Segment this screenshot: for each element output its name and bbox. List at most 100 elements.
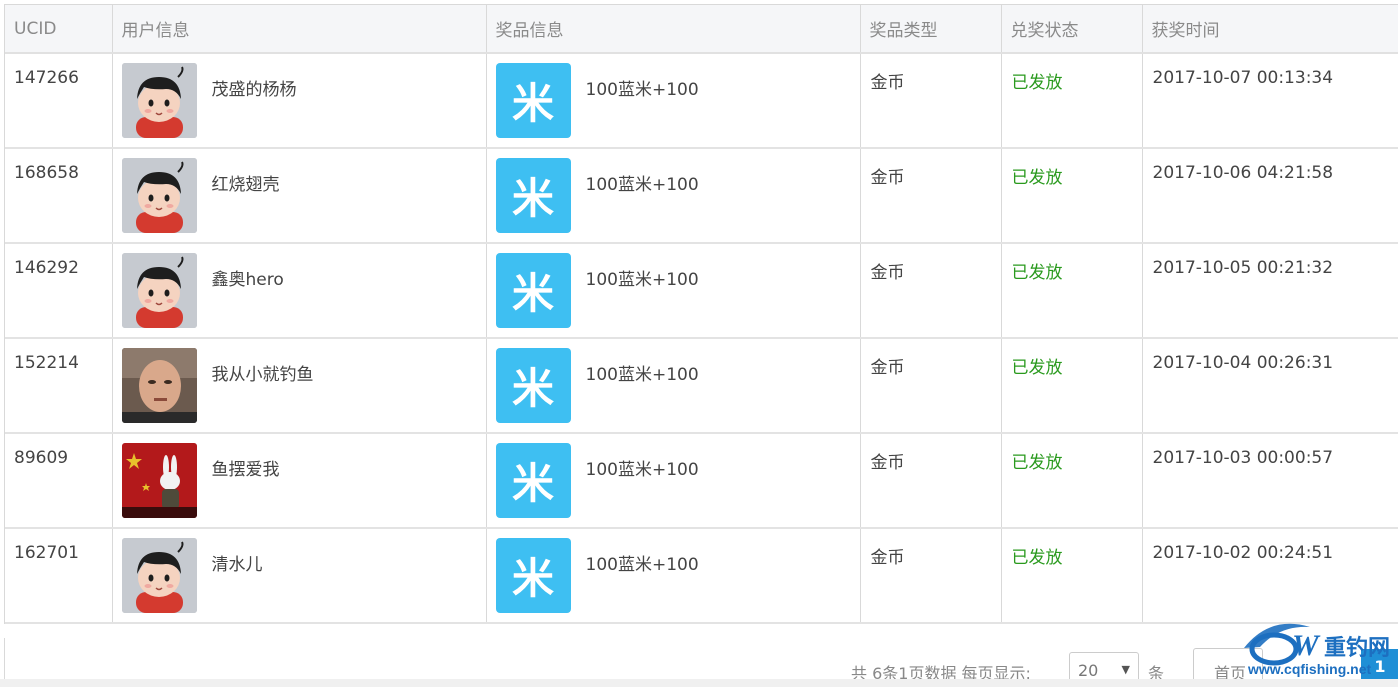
prize-mi-icon: 米 xyxy=(495,538,571,613)
table-row: 152214 我从小就钓鱼 米 100蓝米+100 金币 已发放 2017-10-04 00… xyxy=(5,338,1398,434)
cell-ucid: 152214 xyxy=(5,338,113,434)
avatar[interactable] xyxy=(121,538,197,613)
cell-redeem-status: 已发放 xyxy=(1001,528,1143,624)
awards-table-container: UCID 用户信息 奖品信息 奖品类型 兑奖状态 获奖时间 147266 茂盛的杨… xyxy=(4,4,1398,624)
cell-prize-info: 米 100蓝米+100 xyxy=(486,338,861,434)
prize-name: 100蓝米+100 xyxy=(585,555,699,575)
prize-type-text: 金币 xyxy=(870,453,905,473)
status-badge: 已发放 xyxy=(1011,358,1063,378)
cell-award-time: 2017-10-02 00:24:51 xyxy=(1142,528,1398,624)
prize-type-text: 金币 xyxy=(870,168,905,188)
cell-ucid: 89609 xyxy=(5,433,113,529)
cell-award-time: 2017-10-04 00:26:31 xyxy=(1142,338,1398,434)
cell-prize-info: 米 100蓝米+100 xyxy=(486,243,861,339)
ucid-text: 168658 xyxy=(14,163,79,183)
cell-user-info: 清水儿 xyxy=(112,528,487,624)
ucid-text: 162701 xyxy=(14,543,79,563)
cell-prize-type: 金币 xyxy=(860,243,1002,339)
cell-prize-type: 金币 xyxy=(860,528,1002,624)
cell-user-info: 鑫奥hero xyxy=(112,243,487,339)
avatar[interactable] xyxy=(121,253,197,328)
prize-type-text: 金币 xyxy=(870,358,905,378)
avatar[interactable] xyxy=(121,348,197,423)
column-header-prize-info[interactable]: 奖品信息 xyxy=(486,5,861,54)
column-header-ucid[interactable]: UCID xyxy=(5,5,113,54)
award-time-text: 2017-10-04 00:26:31 xyxy=(1152,353,1334,373)
prize-mi-icon: 米 xyxy=(495,348,571,423)
cell-redeem-status: 已发放 xyxy=(1001,148,1143,244)
cell-ucid: 162701 xyxy=(5,528,113,624)
cell-prize-info: 米 100蓝米+100 xyxy=(486,53,861,149)
ucid-text: 147266 xyxy=(14,68,79,88)
prize-name: 100蓝米+100 xyxy=(585,460,699,480)
table-row: 162701 清水儿 米 100蓝米+100 金币 已发放 2017-10-02 00:24… xyxy=(5,528,1398,624)
cell-ucid: 146292 xyxy=(5,243,113,339)
award-time-text: 2017-10-07 00:13:34 xyxy=(1152,68,1334,88)
user-nickname: 清水儿 xyxy=(211,555,263,575)
cell-prize-type: 金币 xyxy=(860,338,1002,434)
user-nickname: 红烧翅壳 xyxy=(211,175,280,195)
prize-mi-icon: 米 xyxy=(495,63,571,138)
prize-name: 100蓝米+100 xyxy=(585,175,699,195)
cell-prize-info: 米 100蓝米+100 xyxy=(486,148,861,244)
avatar[interactable] xyxy=(121,443,197,518)
table-row: 146292 鑫奥hero 米 100蓝米+100 金币 已发放 2017-10-05 00… xyxy=(5,243,1398,339)
cell-redeem-status: 已发放 xyxy=(1001,433,1143,529)
page-size-value: 20 xyxy=(1078,661,1099,680)
prize-name: 100蓝米+100 xyxy=(585,270,699,290)
award-time-text: 2017-10-06 04:21:58 xyxy=(1152,163,1334,183)
status-badge: 已发放 xyxy=(1011,453,1063,473)
column-header-user-info[interactable]: 用户信息 xyxy=(112,5,487,54)
cell-award-time: 2017-10-06 04:21:58 xyxy=(1142,148,1398,244)
cell-user-info: 我从小就钓鱼 xyxy=(112,338,487,434)
prize-name: 100蓝米+100 xyxy=(585,365,699,385)
avatar[interactable] xyxy=(121,63,197,138)
cell-user-info: 鱼摆爱我 xyxy=(112,433,487,529)
cell-redeem-status: 已发放 xyxy=(1001,243,1143,339)
chevron-down-icon: ▼ xyxy=(1121,663,1130,676)
avatar[interactable] xyxy=(121,158,197,233)
table-row: 168658 红烧翅壳 米 100蓝米+100 金币 已发放 2017-10-06 04:2… xyxy=(5,148,1398,244)
cell-prize-type: 金币 xyxy=(860,148,1002,244)
cell-redeem-status: 已发放 xyxy=(1001,53,1143,149)
cell-redeem-status: 已发放 xyxy=(1001,338,1143,434)
prize-name: 100蓝米+100 xyxy=(585,80,699,100)
cell-user-info: 红烧翅壳 xyxy=(112,148,487,244)
prize-mi-icon: 米 xyxy=(495,253,571,328)
status-badge: 已发放 xyxy=(1011,73,1063,93)
cell-award-time: 2017-10-03 00:00:57 xyxy=(1142,433,1398,529)
current-page-number: 1 xyxy=(1374,657,1386,676)
award-time-text: 2017-10-05 00:21:32 xyxy=(1152,258,1334,278)
cell-prize-info: 米 100蓝米+100 xyxy=(486,528,861,624)
user-nickname: 茂盛的杨杨 xyxy=(211,80,297,100)
cell-prize-type: 金币 xyxy=(860,53,1002,149)
bottom-scroll-strip xyxy=(0,679,1398,687)
ucid-text: 146292 xyxy=(14,258,79,278)
column-header-prize-type[interactable]: 奖品类型 xyxy=(860,5,1002,54)
prize-mi-icon: 米 xyxy=(495,443,571,518)
column-header-award-time[interactable]: 获奖时间 xyxy=(1142,5,1398,54)
cell-award-time: 2017-10-07 00:13:34 xyxy=(1142,53,1398,149)
cell-prize-info: 米 100蓝米+100 xyxy=(486,433,861,529)
prize-type-text: 金币 xyxy=(870,548,905,568)
awards-table: UCID 用户信息 奖品信息 奖品类型 兑奖状态 获奖时间 147266 茂盛的杨… xyxy=(5,5,1398,624)
status-badge: 已发放 xyxy=(1011,263,1063,283)
prize-mi-icon: 米 xyxy=(495,158,571,233)
prize-type-text: 金币 xyxy=(870,263,905,283)
status-badge: 已发放 xyxy=(1011,548,1063,568)
cell-ucid: 168658 xyxy=(5,148,113,244)
cell-ucid: 147266 xyxy=(5,53,113,149)
award-time-text: 2017-10-03 00:00:57 xyxy=(1152,448,1334,468)
table-header-row: UCID 用户信息 奖品信息 奖品类型 兑奖状态 获奖时间 xyxy=(5,5,1398,54)
ucid-text: 89609 xyxy=(14,448,69,468)
user-nickname: 鑫奥hero xyxy=(211,270,284,290)
cell-prize-type: 金币 xyxy=(860,433,1002,529)
prize-type-text: 金币 xyxy=(870,73,905,93)
award-time-text: 2017-10-02 00:24:51 xyxy=(1152,543,1334,563)
table-row: 89609 鱼摆爱我 米 100蓝米+100 金币 已发放 2017-10-03 00:00… xyxy=(5,433,1398,529)
user-nickname: 我从小就钓鱼 xyxy=(211,365,314,385)
cell-user-info: 茂盛的杨杨 xyxy=(112,53,487,149)
ucid-text: 152214 xyxy=(14,353,79,373)
table-row: 147266 茂盛的杨杨 米 100蓝米+100 金币 已发放 2017-10-07 00:… xyxy=(5,53,1398,149)
column-header-redeem-status[interactable]: 兑奖状态 xyxy=(1001,5,1143,54)
